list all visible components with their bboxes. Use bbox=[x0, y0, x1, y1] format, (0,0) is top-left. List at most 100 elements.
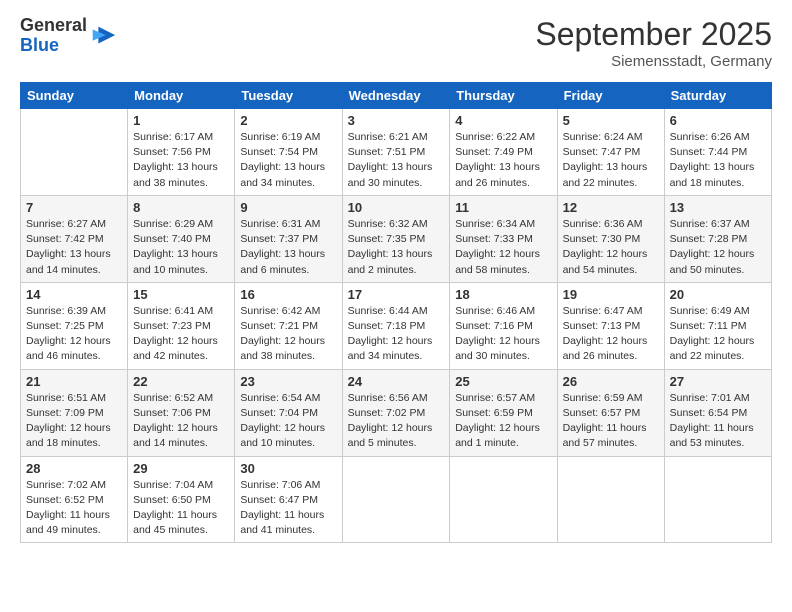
day-number: 23 bbox=[240, 374, 336, 389]
day-number: 28 bbox=[26, 461, 122, 476]
week-row-4: 21 Sunrise: 6:51 AMSunset: 7:09 PMDayligh… bbox=[21, 369, 772, 456]
calendar-cell: 11 Sunrise: 6:34 AMSunset: 7:33 PMDayligh… bbox=[450, 195, 557, 282]
calendar-cell bbox=[664, 456, 771, 543]
day-info: Sunrise: 6:51 AMSunset: 7:09 PMDaylight:… bbox=[26, 391, 122, 452]
calendar-cell: 7Sunrise: 6:27 AMSunset: 7:42 PMDaylight… bbox=[21, 195, 128, 282]
day-info: Sunrise: 6:54 AMSunset: 7:04 PMDaylight:… bbox=[240, 391, 336, 452]
page-container: General Blue September 2025 Siemensstadt… bbox=[0, 0, 792, 553]
day-info: Sunrise: 7:02 AMSunset: 6:52 PMDaylight:… bbox=[26, 478, 122, 539]
calendar-cell: 21 Sunrise: 6:51 AMSunset: 7:09 PMDayligh… bbox=[21, 369, 128, 456]
week-row-2: 7Sunrise: 6:27 AMSunset: 7:42 PMDaylight… bbox=[21, 195, 772, 282]
col-header-tuesday: Tuesday bbox=[235, 83, 342, 109]
day-number: 5 bbox=[563, 113, 659, 128]
logo-blue-text: Blue bbox=[20, 35, 59, 55]
calendar-header-row: SundayMondayTuesdayWednesdayThursdayFrid… bbox=[21, 83, 772, 109]
col-header-wednesday: Wednesday bbox=[342, 83, 450, 109]
calendar-cell: 25 Sunrise: 6:57 AMSunset: 6:59 PMDayligh… bbox=[450, 369, 557, 456]
day-number: 21 bbox=[26, 374, 122, 389]
day-number: 20 bbox=[670, 287, 766, 302]
header: General Blue September 2025 Siemensstadt… bbox=[20, 16, 772, 70]
day-number: 11 bbox=[455, 200, 551, 215]
day-info: Sunrise: 6:17 AMSunset: 7:56 PMDaylight:… bbox=[133, 130, 229, 191]
day-number: 30 bbox=[240, 461, 336, 476]
day-number: 6 bbox=[670, 113, 766, 128]
day-info: Sunrise: 6:42 AMSunset: 7:21 PMDaylight:… bbox=[240, 304, 336, 365]
col-header-friday: Friday bbox=[557, 83, 664, 109]
calendar-cell: 26 Sunrise: 6:59 AMSunset: 6:57 PMDayligh… bbox=[557, 369, 664, 456]
calendar-cell: 17 Sunrise: 6:44 AMSunset: 7:18 PMDayligh… bbox=[342, 282, 450, 369]
day-number: 24 bbox=[348, 374, 445, 389]
day-info: Sunrise: 6:32 AMSunset: 7:35 PMDaylight:… bbox=[348, 217, 445, 278]
calendar-cell: 13Sunrise: 6:37 AMSunset: 7:28 PMDayligh… bbox=[664, 195, 771, 282]
calendar-cell: 6 Sunrise: 6:26 AMSunset: 7:44 PMDaylight… bbox=[664, 109, 771, 196]
calendar-cell: 27 Sunrise: 7:01 AMSunset: 6:54 PMDayligh… bbox=[664, 369, 771, 456]
logo: General Blue bbox=[20, 16, 117, 56]
calendar-cell: 2 Sunrise: 6:19 AMSunset: 7:54 PMDaylight… bbox=[235, 109, 342, 196]
day-number: 2 bbox=[240, 113, 336, 128]
day-number: 19 bbox=[563, 287, 659, 302]
day-number: 17 bbox=[348, 287, 445, 302]
day-info: Sunrise: 6:34 AMSunset: 7:33 PMDaylight:… bbox=[455, 217, 551, 278]
day-info: Sunrise: 6:22 AMSunset: 7:49 PMDaylight:… bbox=[455, 130, 551, 191]
calendar-cell bbox=[557, 456, 664, 543]
calendar-cell: 19 Sunrise: 6:47 AMSunset: 7:13 PMDayligh… bbox=[557, 282, 664, 369]
subtitle: Siemensstadt, Germany bbox=[535, 53, 772, 70]
day-info: Sunrise: 6:44 AMSunset: 7:18 PMDaylight:… bbox=[348, 304, 445, 365]
day-number: 13 bbox=[670, 200, 766, 215]
calendar-cell: 29 Sunrise: 7:04 AMSunset: 6:50 PMDayligh… bbox=[128, 456, 235, 543]
week-row-1: 1 Sunrise: 6:17 AMSunset: 7:56 PMDaylight… bbox=[21, 109, 772, 196]
day-info: Sunrise: 6:46 AMSunset: 7:16 PMDaylight:… bbox=[455, 304, 551, 365]
day-number: 26 bbox=[563, 374, 659, 389]
col-header-sunday: Sunday bbox=[21, 83, 128, 109]
week-row-3: 14Sunrise: 6:39 AMSunset: 7:25 PMDayligh… bbox=[21, 282, 772, 369]
calendar-cell bbox=[21, 109, 128, 196]
day-number: 15 bbox=[133, 287, 229, 302]
calendar-cell: 9Sunrise: 6:31 AMSunset: 7:37 PMDaylight… bbox=[235, 195, 342, 282]
day-info: Sunrise: 6:41 AMSunset: 7:23 PMDaylight:… bbox=[133, 304, 229, 365]
calendar-cell: 24 Sunrise: 6:56 AMSunset: 7:02 PMDayligh… bbox=[342, 369, 450, 456]
calendar-cell: 23 Sunrise: 6:54 AMSunset: 7:04 PMDayligh… bbox=[235, 369, 342, 456]
day-info: Sunrise: 6:31 AMSunset: 7:37 PMDaylight:… bbox=[240, 217, 336, 278]
calendar-cell: 30 Sunrise: 7:06 AMSunset: 6:47 PMDayligh… bbox=[235, 456, 342, 543]
day-number: 29 bbox=[133, 461, 229, 476]
day-number: 8 bbox=[133, 200, 229, 215]
day-info: Sunrise: 6:24 AMSunset: 7:47 PMDaylight:… bbox=[563, 130, 659, 191]
title-block: September 2025 Siemensstadt, Germany bbox=[535, 16, 772, 70]
day-info: Sunrise: 6:57 AMSunset: 6:59 PMDaylight:… bbox=[455, 391, 551, 452]
month-title: September 2025 bbox=[535, 16, 772, 53]
day-number: 3 bbox=[348, 113, 445, 128]
calendar-cell: 3 Sunrise: 6:21 AMSunset: 7:51 PMDaylight… bbox=[342, 109, 450, 196]
day-number: 25 bbox=[455, 374, 551, 389]
day-info: Sunrise: 6:19 AMSunset: 7:54 PMDaylight:… bbox=[240, 130, 336, 191]
day-number: 22 bbox=[133, 374, 229, 389]
day-number: 7 bbox=[26, 200, 122, 215]
day-info: Sunrise: 6:26 AMSunset: 7:44 PMDaylight:… bbox=[670, 130, 766, 191]
logo-general-text: General bbox=[20, 15, 87, 35]
day-info: Sunrise: 6:56 AMSunset: 7:02 PMDaylight:… bbox=[348, 391, 445, 452]
calendar-cell bbox=[450, 456, 557, 543]
day-info: Sunrise: 7:06 AMSunset: 6:47 PMDaylight:… bbox=[240, 478, 336, 539]
day-number: 14 bbox=[26, 287, 122, 302]
day-info: Sunrise: 6:29 AMSunset: 7:40 PMDaylight:… bbox=[133, 217, 229, 278]
day-info: Sunrise: 7:01 AMSunset: 6:54 PMDaylight:… bbox=[670, 391, 766, 452]
calendar-cell bbox=[342, 456, 450, 543]
calendar-cell: 12Sunrise: 6:36 AMSunset: 7:30 PMDayligh… bbox=[557, 195, 664, 282]
day-number: 27 bbox=[670, 374, 766, 389]
day-info: Sunrise: 6:21 AMSunset: 7:51 PMDaylight:… bbox=[348, 130, 445, 191]
day-info: Sunrise: 6:59 AMSunset: 6:57 PMDaylight:… bbox=[563, 391, 659, 452]
col-header-monday: Monday bbox=[128, 83, 235, 109]
day-number: 1 bbox=[133, 113, 229, 128]
calendar-cell: 1 Sunrise: 6:17 AMSunset: 7:56 PMDaylight… bbox=[128, 109, 235, 196]
day-info: Sunrise: 6:47 AMSunset: 7:13 PMDaylight:… bbox=[563, 304, 659, 365]
day-info: Sunrise: 6:52 AMSunset: 7:06 PMDaylight:… bbox=[133, 391, 229, 452]
col-header-saturday: Saturday bbox=[664, 83, 771, 109]
calendar-cell: 5 Sunrise: 6:24 AMSunset: 7:47 PMDaylight… bbox=[557, 109, 664, 196]
day-info: Sunrise: 7:04 AMSunset: 6:50 PMDaylight:… bbox=[133, 478, 229, 539]
day-number: 4 bbox=[455, 113, 551, 128]
calendar-cell: 8 Sunrise: 6:29 AMSunset: 7:40 PMDaylight… bbox=[128, 195, 235, 282]
day-number: 16 bbox=[240, 287, 336, 302]
calendar-cell: 22 Sunrise: 6:52 AMSunset: 7:06 PMDayligh… bbox=[128, 369, 235, 456]
calendar-table: SundayMondayTuesdayWednesdayThursdayFrid… bbox=[20, 82, 772, 543]
calendar-cell: 4 Sunrise: 6:22 AMSunset: 7:49 PMDaylight… bbox=[450, 109, 557, 196]
calendar-cell: 18Sunrise: 6:46 AMSunset: 7:16 PMDayligh… bbox=[450, 282, 557, 369]
